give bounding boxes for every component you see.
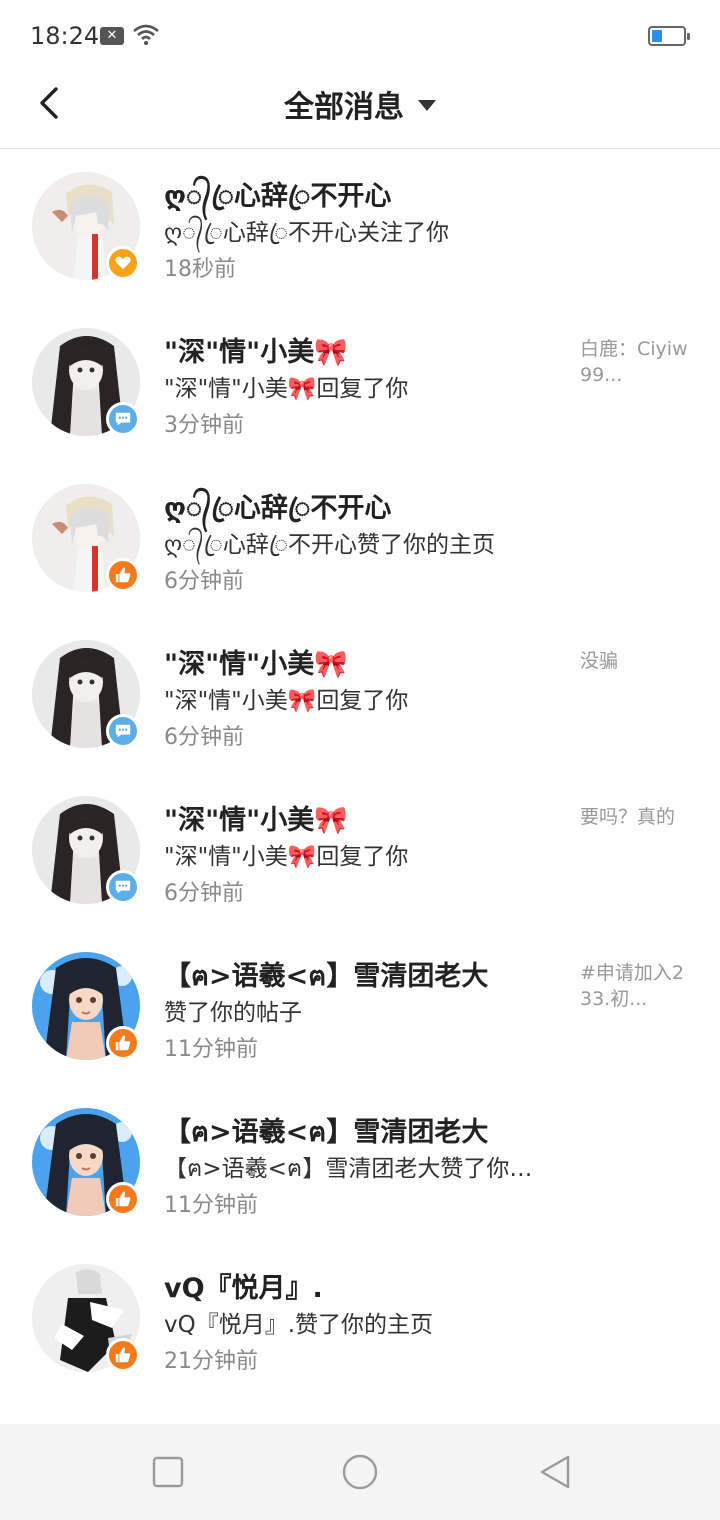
message-list: ღ᭄ꦿ心辞ꦿ不开心 ღ᭄ꦿ心辞ꦿ不开心关注了你 18秒前 "深"情"小美🎀 "深"情"小… (0, 150, 720, 1424)
message-time: 6分钟前 (164, 725, 244, 750)
like-badge (106, 1338, 140, 1372)
triangle-back-icon[interactable] (536, 1452, 576, 1492)
message-text: 【ฅ>语羲<ฅ】雪清团老大赞了你的... (164, 1156, 554, 1182)
content-snippet[interactable]: 白鹿：Ciyiw99... (580, 336, 690, 388)
thumbs-up-icon (115, 1191, 131, 1207)
message-text: 赞了你的帖子 (164, 1000, 302, 1026)
wifi-icon (132, 22, 160, 50)
sender-name[interactable]: 【ฅ>语羲<ฅ】雪清团老大 (164, 1110, 488, 1153)
content-snippet[interactable]: 要吗？真的 (580, 804, 690, 830)
message-filter-dropdown[interactable]: 全部消息 (0, 82, 720, 126)
status-time: 18:24 (30, 22, 100, 50)
reply-badge (106, 714, 140, 748)
page-title: 全部消息 (284, 90, 404, 125)
thumbs-up-icon (115, 567, 131, 583)
like-badge (106, 1182, 140, 1216)
header: 全部消息 (0, 72, 720, 149)
message-text: vQ『悦月』.赞了你的主页 (164, 1312, 434, 1338)
message-item[interactable]: 【ฅ>语羲<ฅ】雪清团老大赞了你的帖子 11分钟前 #申请加入233.初... (0, 930, 720, 1086)
heart-icon (115, 256, 131, 270)
message-time: 6分钟前 (164, 881, 244, 906)
battery-icon (648, 26, 690, 46)
like-badge (106, 558, 140, 592)
message-item[interactable]: vQ『悦月』. vQ『悦月』.赞了你的主页 21分钟前 (0, 1242, 720, 1398)
content-snippet[interactable]: 没骗 (580, 648, 690, 674)
chat-bubble-icon (115, 880, 131, 894)
status-bar: 18:24 ✕ (0, 0, 720, 72)
like-badge (106, 1026, 140, 1060)
sender-name[interactable]: "深"情"小美🎀 (164, 330, 348, 369)
message-time: 21分钟前 (164, 1349, 258, 1374)
thumbs-up-icon (115, 1347, 131, 1363)
chat-bubble-icon (115, 724, 131, 738)
sender-name[interactable]: vQ『悦月』. (164, 1266, 323, 1305)
chat-bubble-icon (115, 412, 131, 426)
sender-name[interactable]: "深"情"小美🎀 (164, 642, 348, 681)
message-item[interactable]: ღ᭄ꦿ心辞ꦿ不开心 ღ᭄ꦿ心辞ꦿ不开心赞了你的主页 6分钟前 (0, 462, 720, 618)
square-icon[interactable] (148, 1452, 188, 1492)
message-time: 3分钟前 (164, 413, 244, 438)
content-snippet[interactable]: #申请加入233.初... (580, 960, 690, 1012)
message-text: "深"情"小美🎀回复了你 (164, 844, 409, 870)
x-box-icon: ✕ (100, 27, 124, 45)
message-time: 11分钟前 (164, 1193, 258, 1218)
thumbs-up-icon (115, 1035, 131, 1051)
message-time: 11分钟前 (164, 1037, 258, 1062)
caret-down-icon (418, 100, 436, 111)
message-item[interactable]: "深"情"小美🎀 "深"情"小美🎀回复了你 3分钟前 白鹿：Ciyiw99... (0, 306, 720, 462)
circle-icon[interactable] (340, 1452, 380, 1492)
follow-badge (106, 246, 140, 280)
message-text: "深"情"小美🎀回复了你 (164, 688, 409, 714)
message-item[interactable]: "深"情"小美🎀 "深"情"小美🎀回复了你 6分钟前 要吗？真的 (0, 774, 720, 930)
message-text: "深"情"小美🎀回复了你 (164, 376, 409, 402)
system-nav-bar (0, 1424, 720, 1520)
message-item[interactable]: "深"情"小美🎀 "深"情"小美🎀回复了你 6分钟前 没骗 (0, 618, 720, 774)
message-item[interactable]: 【ฅ>语羲<ฅ】雪清团老大【ฅ>语羲<ฅ】雪清团老大赞了你的... 11分钟前 (0, 1086, 720, 1242)
sender-name[interactable]: 【ฅ>语羲<ฅ】雪清团老大 (164, 954, 488, 997)
sender-name[interactable]: "深"情"小美🎀 (164, 798, 348, 837)
message-item[interactable]: ღ᭄ꦿ心辞ꦿ不开心 ღ᭄ꦿ心辞ꦿ不开心关注了你 18秒前 (0, 150, 720, 306)
reply-badge (106, 870, 140, 904)
message-time: 18秒前 (164, 257, 236, 282)
message-time: 6分钟前 (164, 569, 244, 594)
battery-level (652, 30, 663, 42)
reply-badge (106, 402, 140, 436)
